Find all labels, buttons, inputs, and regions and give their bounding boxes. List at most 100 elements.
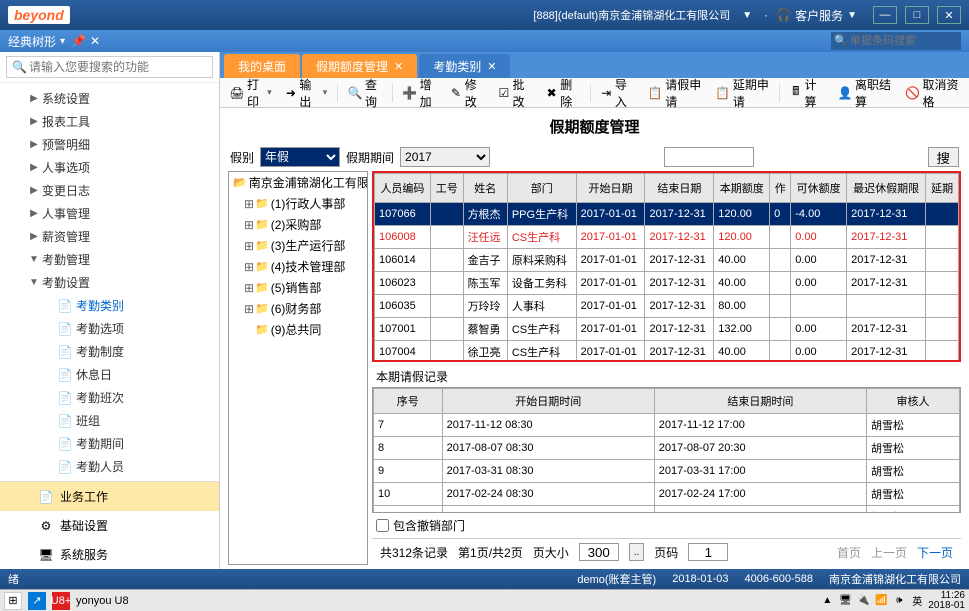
- pagesize-input[interactable]: [579, 543, 619, 561]
- table-row[interactable]: 92017-03-31 08:302017-03-31 17:00胡雪松: [374, 460, 960, 483]
- toolbar-button[interactable]: 🖩计算: [784, 81, 830, 105]
- pager-prev[interactable]: 上一页: [871, 544, 907, 561]
- table-row[interactable]: 106008汪任远CS生产科2017-01-012017-12-31120.00…: [375, 226, 959, 249]
- kind-select[interactable]: 年假: [260, 147, 340, 167]
- customer-service-link[interactable]: 客户服务: [795, 7, 843, 24]
- toolbar-button[interactable]: ✎修改: [444, 81, 490, 105]
- column-header[interactable]: 部门: [507, 174, 576, 203]
- expand-icon[interactable]: ⊞: [243, 281, 255, 295]
- tree-node[interactable]: 📄考勤制度: [0, 340, 219, 363]
- toolbar-button[interactable]: ⇥导入: [595, 81, 641, 105]
- toolbar-button[interactable]: 📋延期申请: [710, 81, 776, 105]
- toolbar-button[interactable]: ➜输出▾: [280, 81, 334, 105]
- tree-node[interactable]: ▶预警明细: [0, 133, 219, 156]
- expand-icon[interactable]: ⊞: [243, 239, 255, 253]
- toolbar-button[interactable]: 🚫取消资格: [899, 81, 965, 105]
- table-row[interactable]: 107066方根杰PPG生产科2017-01-012017-12-31120.0…: [375, 203, 959, 226]
- tree-node[interactable]: 📄考勤选项: [0, 317, 219, 340]
- dept-node[interactable]: 📁(9)总共同: [229, 319, 367, 340]
- table-row[interactable]: 72017-11-12 08:302017-11-12 17:00胡雪松: [374, 414, 960, 437]
- tray-icon[interactable]: 📶: [874, 594, 888, 608]
- tree-node[interactable]: 📄考勤类别: [0, 294, 219, 317]
- account-dropdown-icon[interactable]: ▼: [742, 10, 752, 21]
- table-row[interactable]: 82017-08-07 08:302017-08-07 20:30胡雪松: [374, 437, 960, 460]
- ime-indicator[interactable]: 英: [910, 594, 924, 608]
- tree-node[interactable]: ▼考勤管理: [0, 248, 219, 271]
- column-header[interactable]: 结束日期时间: [654, 389, 866, 414]
- table-row[interactable]: 107001蔡智勇CS生产科2017-01-012017-12-31132.00…: [375, 318, 959, 341]
- column-header[interactable]: 姓名: [463, 174, 507, 203]
- expand-icon[interactable]: ⊞: [243, 302, 255, 316]
- column-header[interactable]: 结束日期: [645, 174, 714, 203]
- pager-next[interactable]: 下一页: [917, 544, 953, 561]
- vacation-grid[interactable]: 人员编码工号姓名部门开始日期结束日期本期额度作可休额度最迟休假期限延期10706…: [374, 173, 959, 362]
- column-header[interactable]: 本期额度: [714, 174, 770, 203]
- dept-root[interactable]: 📂南京金浦锦湖化工有限公司: [229, 172, 367, 193]
- search-button[interactable]: 搜: [928, 147, 959, 167]
- tree-node[interactable]: ▶系统设置: [0, 87, 219, 110]
- column-header[interactable]: 工号: [430, 174, 463, 203]
- sidebar-section[interactable]: ⚙基础设置: [0, 511, 219, 540]
- tab-close-icon[interactable]: ✕: [487, 60, 496, 73]
- tray-icon[interactable]: 🕪: [892, 594, 906, 608]
- tab[interactable]: 我的桌面: [224, 54, 300, 78]
- toolbar-button[interactable]: 👤离职结算: [832, 81, 898, 105]
- column-header[interactable]: 审核人: [866, 389, 959, 414]
- toolbar-button[interactable]: 🔍查询: [342, 81, 388, 105]
- toolbar-button[interactable]: ✖删除: [540, 81, 586, 105]
- pagesize-apply[interactable]: ..: [629, 543, 645, 561]
- tab[interactable]: 假期额度管理✕: [302, 54, 417, 78]
- table-row[interactable]: 106023陈玉军设备工务科2017-01-012017-12-3140.000…: [375, 272, 959, 295]
- toolbar-button[interactable]: ☑批改: [492, 81, 538, 105]
- column-header[interactable]: 开始日期时间: [442, 389, 654, 414]
- tree-node[interactable]: 📄休息日: [0, 363, 219, 386]
- expand-icon[interactable]: ⊞: [243, 197, 255, 211]
- barcode-search-input[interactable]: [831, 32, 961, 50]
- dept-node[interactable]: ⊞📁(6)财务部: [229, 298, 367, 319]
- toolbar-button[interactable]: 🖨打印▾: [224, 81, 278, 105]
- include-cancel-checkbox[interactable]: [376, 519, 389, 532]
- service-dropdown-icon[interactable]: ▼: [847, 10, 857, 21]
- tree-node[interactable]: ▶人事选项: [0, 156, 219, 179]
- table-row[interactable]: 106014金吉子原料采购科2017-01-012017-12-3140.000…: [375, 249, 959, 272]
- pageno-input[interactable]: [688, 543, 728, 561]
- taskbar-clock[interactable]: 11:26 2018-01: [928, 591, 965, 611]
- pin-icon[interactable]: 📌: [71, 34, 86, 48]
- close-button[interactable]: ✕: [937, 6, 961, 24]
- sidebar-search-input[interactable]: [6, 56, 213, 78]
- taskbar-app-icon[interactable]: ⊞: [4, 592, 22, 610]
- column-header[interactable]: 最迟休假期限: [847, 174, 926, 203]
- tree-node[interactable]: 📄考勤期间: [0, 432, 219, 455]
- minimize-button[interactable]: —: [873, 6, 897, 24]
- toolbar-button[interactable]: ➕增加: [397, 81, 443, 105]
- expand-icon[interactable]: ⊞: [243, 260, 255, 274]
- column-header[interactable]: 人员编码: [375, 174, 431, 203]
- taskbar-app-icon[interactable]: U8+: [52, 592, 70, 610]
- table-row[interactable]: 107004徐卫亮CS生产科2017-01-012017-12-3140.000…: [375, 341, 959, 363]
- column-header[interactable]: 序号: [374, 389, 443, 414]
- sidebar-close-icon[interactable]: ✕: [90, 34, 100, 48]
- tree-node[interactable]: 📄班组: [0, 409, 219, 432]
- period-select[interactable]: 2017: [400, 147, 490, 167]
- tree-node[interactable]: ▼考勤设置: [0, 271, 219, 294]
- dept-node[interactable]: ⊞📁(4)技术管理部: [229, 256, 367, 277]
- tray-icon[interactable]: 🖥: [838, 594, 852, 608]
- dept-node[interactable]: ⊞📁(3)生产运行部: [229, 235, 367, 256]
- tray-icon[interactable]: ▲: [820, 594, 834, 608]
- dept-node[interactable]: ⊞📁(2)采购部: [229, 214, 367, 235]
- sidebar-section[interactable]: 🖥系统服务: [0, 540, 219, 569]
- taskbar-app-icon[interactable]: ↗: [28, 592, 46, 610]
- pager-first[interactable]: 首页: [837, 544, 861, 561]
- tab[interactable]: 考勤类别✕: [419, 54, 510, 78]
- table-row[interactable]: 112017-02-06 08:302017-02-06 17:00胡雪松: [374, 506, 960, 513]
- column-header[interactable]: 延期: [926, 174, 959, 203]
- sidebar-section[interactable]: 📄业务工作: [0, 482, 219, 511]
- dept-node[interactable]: ⊞📁(1)行政人事部: [229, 193, 367, 214]
- table-row[interactable]: 102017-02-24 08:302017-02-24 17:00胡雪松: [374, 483, 960, 506]
- tray-icon[interactable]: 🔌: [856, 594, 870, 608]
- tree-node[interactable]: ▶人事管理: [0, 202, 219, 225]
- tree-node[interactable]: 📄考勤班次: [0, 386, 219, 409]
- sidebar-title-dropdown-icon[interactable]: ▾: [60, 36, 65, 47]
- column-header[interactable]: 开始日期: [576, 174, 645, 203]
- dept-node[interactable]: ⊞📁(5)销售部: [229, 277, 367, 298]
